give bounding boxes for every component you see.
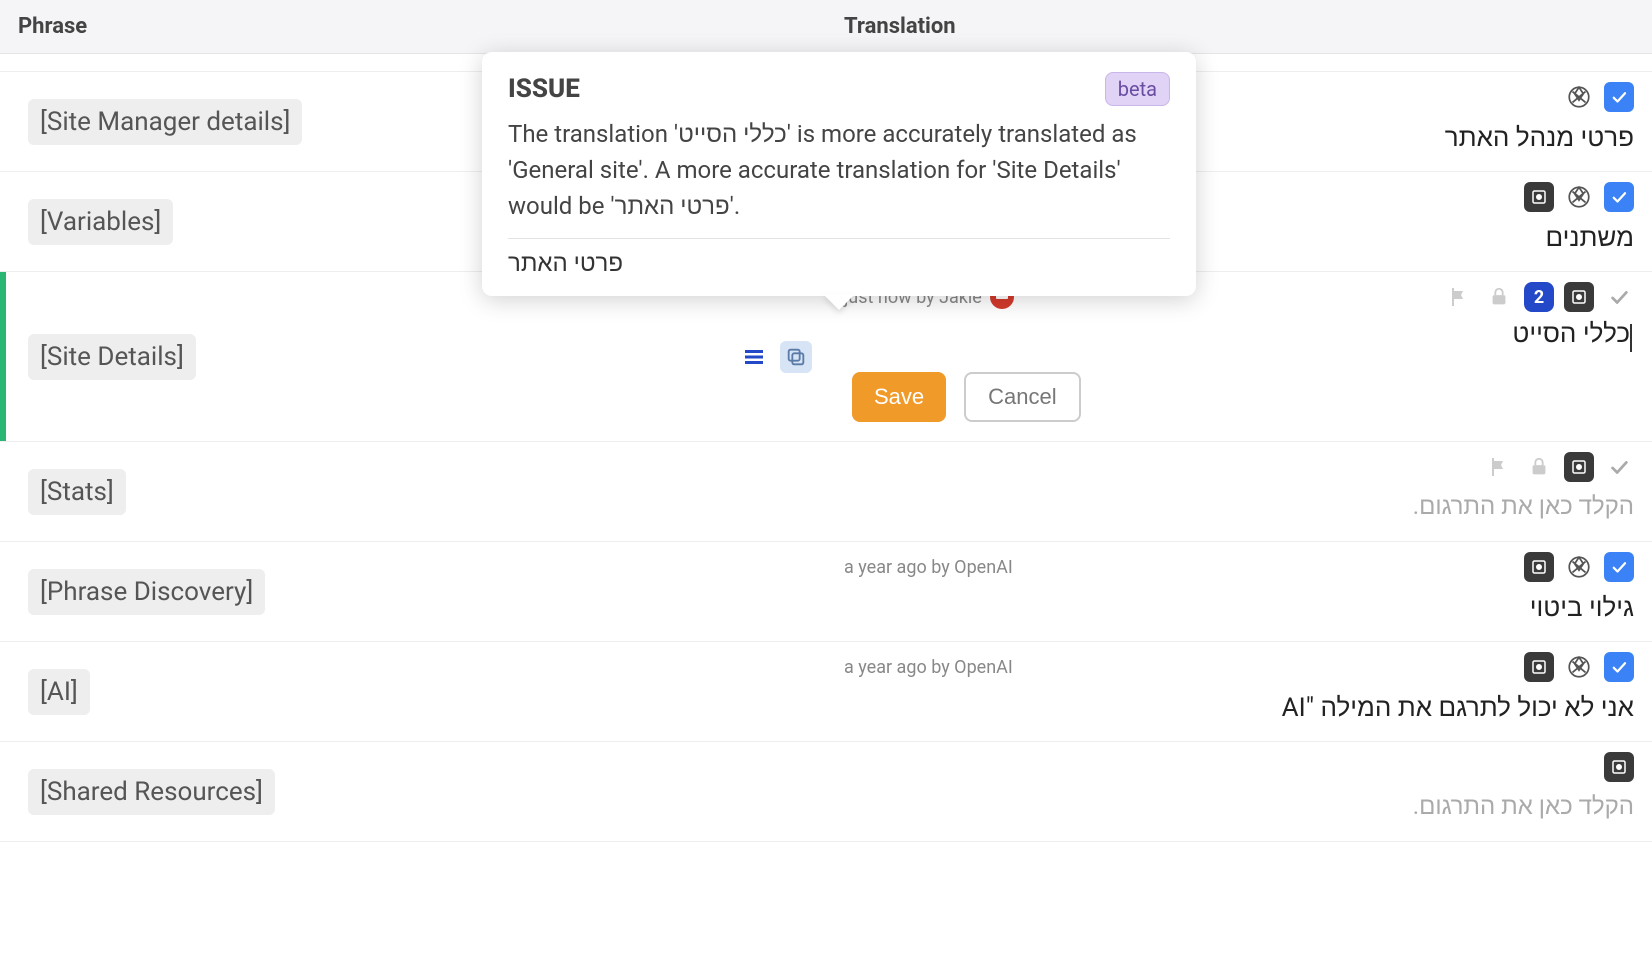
revision-count-badge[interactable]: 2 [1524,282,1554,312]
header-phrase: Phrase [0,0,826,54]
row-icons [1524,552,1634,582]
action-buttons: Save Cancel [844,372,1634,422]
translation-cell[interactable]: a year ago by OpenAI גילוי ביטוי [826,542,1652,642]
translation-placeholder: הקלד כאן את התרגום. [844,492,1634,521]
phrase-cell[interactable]: [AI] [0,642,826,742]
target-icon[interactable] [1524,182,1554,212]
target-icon[interactable] [1524,552,1554,582]
translation-input[interactable]: כללי הסייט [844,318,1634,352]
phrase-chip: [Site Manager details] [28,99,302,145]
phrase-cell-active[interactable]: [Site Details] [0,272,826,442]
phrase-chip: [Stats] [28,469,126,515]
row-icons [1604,752,1634,782]
translation-text: אני לא יכול לתרגם את המילה "AI [844,692,1634,723]
meta-text: a year ago by OpenAI [844,557,1013,578]
revision-count: 2 [1534,287,1544,308]
row-icons [1484,452,1634,482]
translation-input-text: כללי הסייט [1512,319,1630,349]
translation-text: גילוי ביטוי [844,592,1634,623]
approved-check-icon[interactable] [1604,652,1634,682]
unapproved-check-icon[interactable] [1604,282,1634,312]
flag-icon[interactable] [1444,282,1474,312]
phrase-cell[interactable]: [Stats] [0,442,826,542]
phrase-side-tools [738,341,812,373]
meta-text: a year ago by OpenAI [844,657,1013,678]
phrase-chip: [Site Details] [28,334,196,380]
active-indicator [0,272,6,441]
copy-icon[interactable] [780,341,812,373]
phrase-chip: [Phrase Discovery] [28,569,265,615]
flag-icon[interactable] [1484,452,1514,482]
popover-body: The translation 'כללי הסייט' is more acc… [508,116,1170,224]
openai-icon [1564,552,1594,582]
target-icon[interactable] [1524,652,1554,682]
translation-cell[interactable]: a year ago by OpenAI אני לא יכול לתרגם א… [826,642,1652,742]
phrase-chip: [Variables] [28,199,173,245]
approved-check-icon[interactable] [1604,552,1634,582]
header-translation: Translation [826,0,1652,54]
translation-cell[interactable]: הקלד כאן את התרגום. [826,742,1652,842]
phrase-cell[interactable]: [Shared Resources] [0,742,826,842]
text-cursor [1630,324,1632,352]
phrase-cell[interactable]: [Phrase Discovery] [0,542,826,642]
approved-check-icon[interactable] [1604,182,1634,212]
target-icon[interactable] [1564,282,1594,312]
openai-icon [1564,82,1594,112]
translation-cell-active[interactable]: just now by Jakie 2 כללי הסייט Save Canc… [826,272,1652,442]
target-icon[interactable] [1604,752,1634,782]
issue-popover: ISSUE beta The translation 'כללי הסייט' … [482,52,1196,296]
row-icons [1524,652,1634,682]
row-icons [1564,82,1634,112]
openai-icon [1564,652,1594,682]
phrase-chip: [AI] [28,669,90,715]
row-icons [1524,182,1634,212]
popover-suggestion[interactable]: פרטי האתר [508,249,1170,278]
cancel-button[interactable]: Cancel [964,372,1080,422]
lock-icon[interactable] [1484,282,1514,312]
beta-badge: beta [1105,72,1170,106]
approved-check-icon[interactable] [1604,82,1634,112]
lock-icon[interactable] [1524,452,1554,482]
phrase-chip: [Shared Resources] [28,769,275,815]
translation-placeholder: הקלד כאן את התרגום. [844,792,1634,821]
row-icons: 2 [1444,282,1634,312]
translation-cell[interactable]: הקלד כאן את התרגום. [826,442,1652,542]
list-view-icon[interactable] [738,341,770,373]
popover-divider [508,238,1170,239]
target-icon[interactable] [1564,452,1594,482]
save-button[interactable]: Save [852,372,946,422]
openai-icon [1564,182,1594,212]
unapproved-check-icon[interactable] [1604,452,1634,482]
popover-title: ISSUE [508,74,580,104]
